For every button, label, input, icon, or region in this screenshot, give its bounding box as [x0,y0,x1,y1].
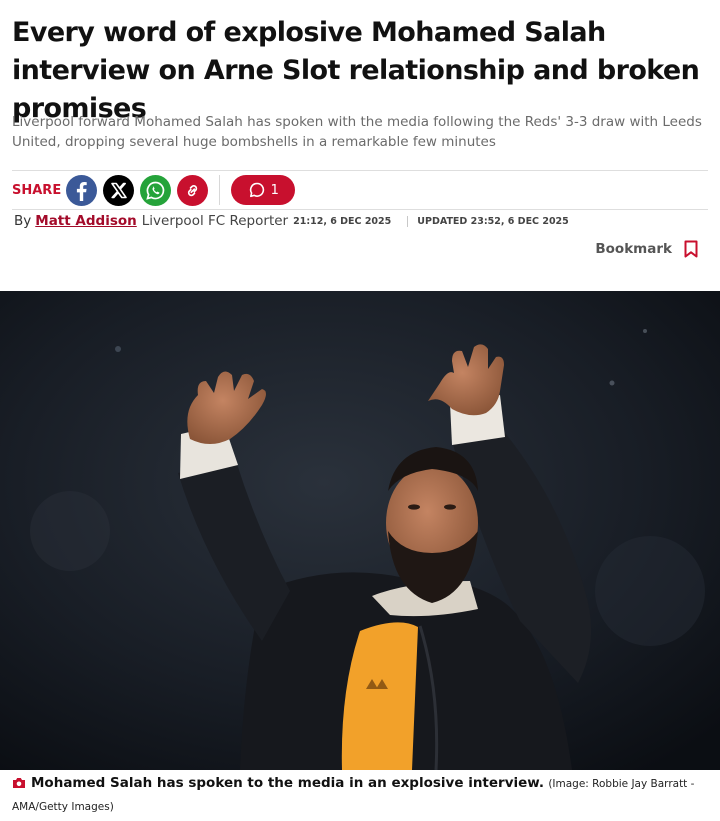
camera-icon [13,778,25,788]
byline: By Matt Addison Liverpool FC Reporter 21… [14,211,569,231]
updated-time: UPDATED 23:52, 6 DEC 2025 [417,215,569,227]
article-headline: Every word of explosive Mohamed Salah in… [12,17,700,124]
author-link[interactable]: Matt Addison [35,213,136,229]
divider [12,209,708,210]
share-bar: SHARE 1 [12,174,296,206]
author-role: Liverpool FC Reporter [141,213,289,229]
byline-prefix: By [14,213,32,229]
hero-image [0,291,720,770]
caption-text: Mohamed Salah has spoken to the media in… [31,775,545,791]
image-caption: Mohamed Salah has spoken to the media in… [12,772,712,818]
bookmark-label: Bookmark [595,241,672,257]
whatsapp-icon [146,181,165,200]
comments-button[interactable]: 1 [231,175,296,205]
share-label: SHARE [12,182,62,198]
timestamp-divider [407,215,409,227]
bookmark-icon [684,240,698,258]
facebook-icon [77,181,87,201]
divider [12,170,708,171]
published-time: 21:12, 6 DEC 2025 [293,215,392,227]
share-divider [219,175,221,205]
comment-count: 1 [270,182,279,198]
comment-icon [249,182,264,198]
article-standfirst: Liverpool forward Mohamed Salah has spok… [12,114,702,150]
facebook-share-button[interactable] [66,174,98,206]
x-share-button[interactable] [103,174,135,206]
copy-link-button[interactable] [177,174,209,206]
copy-link-icon [188,184,198,196]
bookmark-button[interactable]: Bookmark [595,238,698,260]
whatsapp-share-button[interactable] [140,174,172,206]
x-icon [111,182,128,198]
